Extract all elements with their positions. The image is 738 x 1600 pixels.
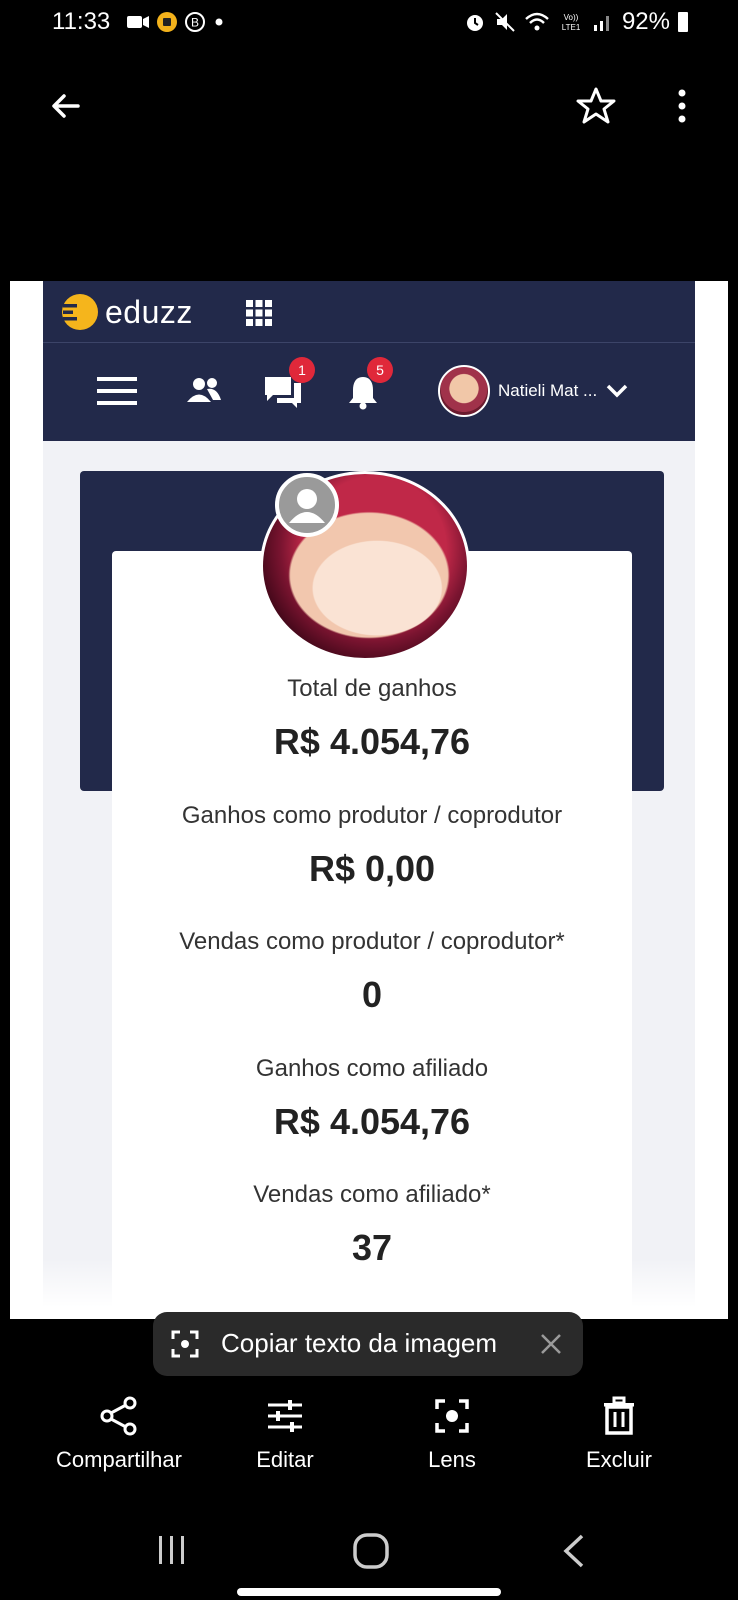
- edit-button[interactable]: Editar: [200, 1395, 370, 1473]
- avatar: [438, 365, 490, 417]
- share-button[interactable]: Compartilhar: [34, 1395, 204, 1473]
- delete-button[interactable]: Excluir: [534, 1395, 704, 1473]
- image-fade: [10, 1259, 728, 1319]
- home-icon[interactable]: [352, 1532, 390, 1570]
- producer-sales-value: 0: [361, 974, 383, 1015]
- messages-button[interactable]: 1: [263, 357, 315, 413]
- lens-icon: [435, 1399, 469, 1433]
- home-indicator[interactable]: [237, 1588, 501, 1596]
- affiliate-earnings-value: R$ 4.054,76: [273, 1101, 471, 1142]
- user-name: Natieli Mat ...: [498, 381, 598, 400]
- notifications-button[interactable]: 5: [345, 357, 393, 413]
- share-label: Compartilhar: [56, 1447, 182, 1472]
- recent-apps-icon[interactable]: [154, 1532, 190, 1568]
- eduzz-logo: eduzz: [61, 293, 193, 331]
- svg-text:Vo)): Vo)): [564, 13, 579, 22]
- notifications-badge: 5: [367, 357, 393, 383]
- sliders-icon: [268, 1400, 302, 1432]
- profile-placeholder-icon: [275, 473, 339, 537]
- bottom-actions: Compartilhar Editar Lens Excluir: [0, 1395, 738, 1495]
- left-gutter: [10, 281, 43, 1319]
- close-icon[interactable]: [537, 1330, 565, 1358]
- image-preview[interactable]: eduzz 1 5 Natieli Mat ... Total de ganho…: [10, 281, 728, 1319]
- svg-text:LTE1: LTE1: [562, 23, 581, 32]
- battery-percent: 92%: [621, 8, 670, 35]
- lens-button[interactable]: Lens: [367, 1395, 537, 1473]
- svg-text:B: B: [191, 16, 199, 30]
- app-topbar: eduzz: [43, 281, 695, 343]
- total-earnings-value: R$ 4.054,76: [273, 721, 471, 762]
- video-icon: [127, 16, 149, 28]
- arrow-left-icon[interactable]: [46, 86, 86, 126]
- affiliate-sales-label: Vendas como afiliado*: [253, 1181, 491, 1208]
- trash-icon: [604, 1396, 634, 1435]
- text-scan-icon: [171, 1330, 199, 1358]
- copy-text-chip[interactable]: Copiar texto da imagem: [153, 1312, 583, 1376]
- chevron-down-icon: [606, 384, 628, 398]
- more-vertical-icon[interactable]: [662, 86, 702, 126]
- back-nav-icon[interactable]: [560, 1532, 588, 1570]
- dot-icon: [215, 18, 223, 26]
- star-icon[interactable]: [576, 86, 616, 126]
- user-silhouette-icon: [289, 489, 325, 523]
- total-earnings-label: Total de ganhos: [287, 675, 457, 702]
- producer-earnings-label: Ganhos como produtor / coprodutor: [181, 802, 563, 829]
- b-icon: B: [185, 12, 205, 32]
- delete-label: Excluir: [585, 1447, 652, 1472]
- copy-text-label: Copiar texto da imagem: [221, 1328, 498, 1358]
- viewer-header: [0, 72, 738, 142]
- eduzz-logo-icon: [62, 294, 98, 330]
- messages-badge: 1: [289, 357, 315, 383]
- apps-grid-icon[interactable]: [243, 297, 275, 329]
- app-navbar: 1 5 Natieli Mat ...: [43, 343, 695, 441]
- user-menu[interactable]: Natieli Mat ...: [438, 365, 629, 417]
- producer-earnings-value: R$ 0,00: [308, 848, 436, 889]
- hamburger-menu-icon[interactable]: [95, 373, 139, 409]
- logo-text: eduzz: [105, 293, 193, 330]
- system-navigation: [0, 1520, 738, 1600]
- share-icon: [100, 1396, 137, 1436]
- wifi-icon: [525, 12, 549, 31]
- affiliate-earnings-label: Ganhos como afiliado: [255, 1055, 489, 1082]
- status-bar: 11:33 B Vo)) LTE1 92%: [0, 0, 738, 46]
- recording-icon: [157, 12, 177, 32]
- right-gutter: [695, 281, 728, 1319]
- status-time: 11:33: [52, 8, 111, 35]
- lens-label: Lens: [428, 1447, 476, 1472]
- edit-label: Editar: [256, 1447, 314, 1472]
- battery-icon: [678, 12, 688, 32]
- alarm-icon: [466, 15, 483, 31]
- users-icon[interactable]: [185, 375, 223, 405]
- mute-icon: [495, 12, 515, 32]
- producer-sales-label: Vendas como produtor / coprodutor*: [179, 928, 565, 955]
- volte-icon: Vo))LTE1: [562, 13, 581, 32]
- signal-icon: [593, 16, 609, 31]
